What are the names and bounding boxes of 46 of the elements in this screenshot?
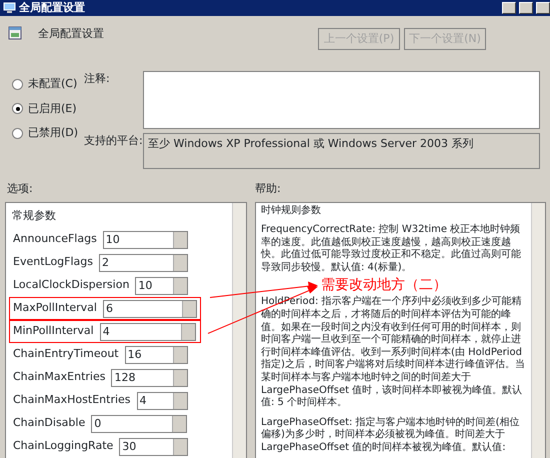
computer-icon <box>3 2 16 14</box>
parameter-label: ChainLoggingRate <box>13 438 114 454</box>
parameter-label: LocalClockDispersion <box>13 277 130 294</box>
scrollbar[interactable] <box>531 202 545 458</box>
help-text: LargePhaseOffset: 指定与客户端本地时钟的时间差(相位偏移)为多少时，时间样本必须被视为峰值。时间差大于 LargePhaseOffset 值的时间样本被视为峰值。默认值: <box>261 416 520 455</box>
parameter-label: MinPollInterval <box>13 323 94 340</box>
parameter-label: ChainMaxHostEntries <box>13 392 131 408</box>
section-label: 选项: <box>7 181 34 197</box>
radio-label: 已启用(E) <box>28 100 77 116</box>
radio-button[interactable] <box>12 78 23 90</box>
annotation-text: 需要改动地方（二） <box>321 277 447 294</box>
parameter-label: EventLogFlags <box>13 254 93 270</box>
radio-button[interactable] <box>12 103 23 114</box>
close-button[interactable] <box>536 2 550 14</box>
help-text: FrequencyCorrectRate: 控制 W32time 校正本地时钟频率的速度。此值越低则校正速度越慢，越高则校正速度越快。此值过低可能导致过度校正和不稳定。此值过高则可能导致同步较慢。默认值: 4(标量)。 <box>261 224 522 274</box>
window-title: 全局配置设置 <box>19 0 85 16</box>
comment-field[interactable] <box>143 71 540 129</box>
spin-field[interactable]: 30 <box>119 438 188 456</box>
dialog-heading: 全局配置设置 <box>38 26 104 42</box>
parameter-label: ChainEntryTimeout <box>13 346 119 362</box>
spin-field[interactable]: 128 <box>111 368 188 386</box>
field-label: 注释: <box>84 71 111 87</box>
spin-field[interactable]: 16 <box>124 346 188 364</box>
minimize-button[interactable] <box>502 2 516 14</box>
parameter-label: AnnounceFlags <box>13 231 97 248</box>
parameter-label: ChainMaxEntries <box>13 369 106 386</box>
radio-label: 已禁用(D) <box>28 125 78 141</box>
spin-field[interactable]: 6 <box>102 300 197 318</box>
parameter-label: ChainDisable <box>13 415 86 432</box>
spin-field[interactable]: 10 <box>135 276 188 294</box>
spin-field[interactable]: 0 <box>91 414 188 432</box>
platform-field: 至少 Windows XP Professional 或 Windows Server 2003 系列 <box>143 133 540 169</box>
section-label: 帮助: <box>255 181 281 197</box>
field-label: 支持的平台: <box>84 133 143 149</box>
scrollbar[interactable] <box>232 202 246 458</box>
radio-label: 未配置(C) <box>28 76 78 92</box>
group-heading: 常规参数 <box>11 208 57 224</box>
settings-page-icon <box>8 26 22 40</box>
radio-button[interactable] <box>12 128 23 139</box>
spin-field[interactable]: 2 <box>99 254 188 272</box>
help-text: 时钟规则参数 <box>261 204 322 218</box>
spin-field[interactable]: 4 <box>136 392 188 410</box>
spin-field[interactable]: 4 <box>100 322 196 340</box>
parameter-label: MaxPollInterval <box>13 300 97 316</box>
spin-field[interactable]: 10 <box>102 230 188 248</box>
maximize-button[interactable] <box>519 2 533 14</box>
